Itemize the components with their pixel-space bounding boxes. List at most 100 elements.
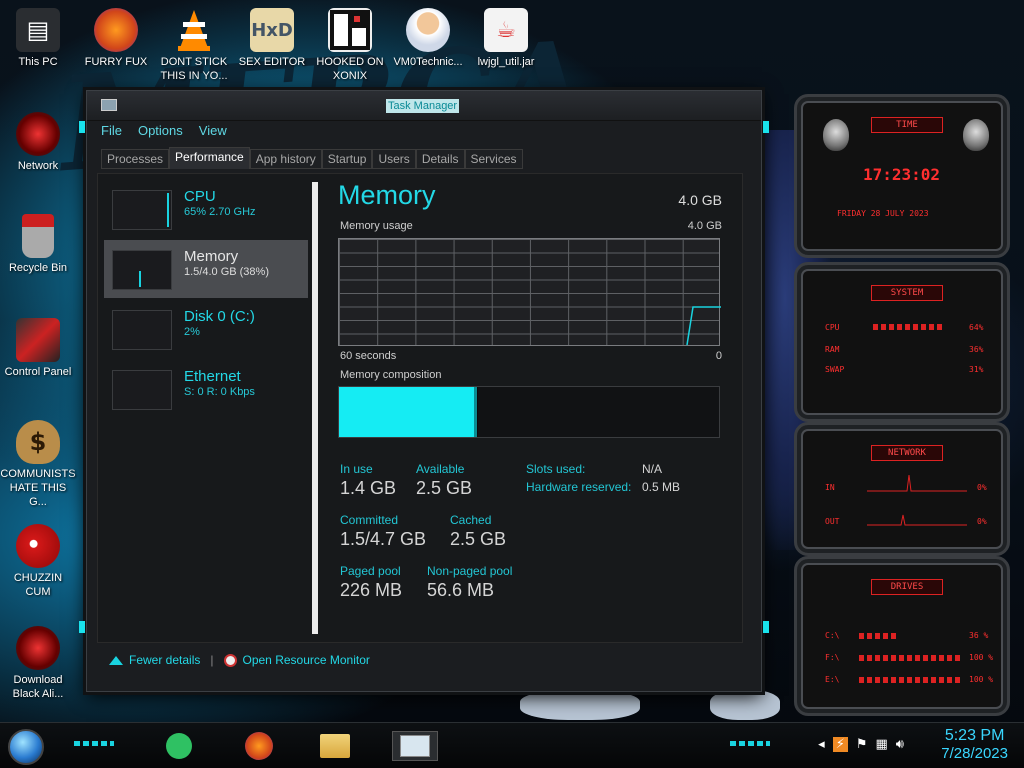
firefox-icon — [245, 732, 273, 760]
desktop-icon-vm0[interactable]: VM0Technic... — [390, 8, 466, 69]
frame-accent — [79, 121, 85, 133]
resource-list: CPU 65% 2.70 GHz Memory 1.5/4.0 GB (38%)… — [104, 180, 308, 420]
computer-icon: ▤ — [16, 8, 60, 52]
hardware-reserved-value: 0.5 MB — [642, 480, 681, 494]
chevron-icon[interactable]: ◂ — [818, 737, 825, 752]
fewer-details-link[interactable]: Fewer details — [129, 653, 200, 667]
taskbar: ◂ ⚡ ⚑ ▦ 🔊︎ 5:23 PM 7/28/2023 — [0, 722, 1024, 768]
task-manager-window[interactable]: Task Manager File Options View Processes… — [79, 90, 769, 692]
hxd-icon: HxD — [250, 8, 294, 52]
hardware-reserved-label: Hardware reserved: — [526, 480, 632, 494]
menu-file[interactable]: File — [101, 123, 122, 143]
system-gadget[interactable]: SYSTEM CPU 64% RAM 36% SWAP 31% — [794, 262, 1010, 422]
resource-item-ethernet[interactable]: Ethernet S: 0 R: 0 Kbps — [104, 360, 308, 418]
drive-row-value: 36 % — [969, 631, 989, 640]
open-resource-monitor-link[interactable]: Open Resource Monitor — [243, 653, 370, 667]
tab-performance[interactable]: Performance — [169, 147, 250, 169]
tab-details[interactable]: Details — [415, 149, 465, 169]
footer: Fewer details | Open Resource Monitor — [109, 651, 370, 669]
taskbar-clock[interactable]: 5:23 PM 7/28/2023 — [941, 727, 1008, 762]
paged-pool-value: 226 MB — [340, 580, 403, 600]
desktop-icon-communists[interactable]: $ COMMUNISTS HATE THIS G... — [0, 420, 76, 509]
desktop-icon-chuzzin[interactable]: CHUZZIN CUM — [0, 524, 76, 599]
desktop-icon-download-black-ali[interactable]: Download Black Ali... — [0, 626, 76, 701]
resource-item-disk[interactable]: Disk 0 (C:) 2% — [104, 300, 308, 358]
control-panel-icon — [16, 318, 60, 362]
tab-app-history[interactable]: App history — [249, 149, 322, 169]
system-row-value: 36% — [969, 345, 984, 354]
committed-label: Committed — [340, 513, 399, 527]
desktop-icon-xonix[interactable]: HOOKED ON XONIX — [312, 8, 388, 83]
cached-value: 2.5 GB — [450, 529, 507, 549]
disk-thumbnail-graph — [112, 310, 172, 350]
resource-item-cpu[interactable]: CPU 65% 2.70 GHz — [104, 180, 308, 238]
available-value: 2.5 GB — [416, 478, 473, 498]
cached-label: Cached — [450, 513, 492, 527]
wallpaper-shoe — [520, 690, 640, 720]
footer-separator: | — [210, 653, 214, 667]
flag-icon[interactable]: ⚑ — [856, 737, 868, 752]
graph-time-span: 60 seconds — [340, 350, 397, 362]
drive-row-label: E:\ — [825, 675, 840, 684]
gadget-date: FRIDAY 28 JULY 2023 — [837, 209, 929, 218]
desktop-icon-vlc[interactable]: DONT STICK THIS IN YO... — [156, 8, 232, 83]
resource-detail: S: 0 R: 0 Kbps — [184, 386, 255, 398]
file-explorer-icon — [320, 734, 350, 758]
taskbar-notes-button[interactable] — [156, 731, 202, 761]
resource-name: Memory — [184, 248, 239, 265]
recycle-bin-icon — [22, 214, 54, 258]
tab-bar: Processes Performance App history Startu… — [101, 147, 523, 169]
desktop-icon-network[interactable]: Network — [0, 112, 76, 173]
network-gadget[interactable]: NETWORK IN 0% OUT 0% — [794, 422, 1010, 556]
desktop-icon-lwjgl-jar[interactable]: ☕ lwjgl_util.jar — [468, 8, 544, 69]
panel-splitter[interactable] — [312, 182, 318, 634]
doctor-icon — [406, 8, 450, 52]
network-tray-icon[interactable]: ▦ — [876, 737, 888, 752]
chuzzle-icon — [16, 524, 60, 568]
drive-row-value: 100 % — [969, 675, 994, 684]
committed-value: 1.5/4.7 GB — [340, 529, 427, 549]
menu-options[interactable]: Options — [138, 123, 183, 143]
desktop-icon-this-pc[interactable]: ▤ This PC — [0, 8, 76, 69]
tab-startup[interactable]: Startup — [321, 149, 373, 169]
task-manager-icon — [400, 735, 430, 757]
notes-icon — [166, 733, 192, 759]
desktop-icon-recycle-bin[interactable]: Recycle Bin — [0, 214, 76, 275]
drive-usage-bar — [859, 633, 899, 639]
paged-pool-label: Paged pool — [340, 564, 401, 578]
volume-icon[interactable]: 🔊︎ — [896, 737, 904, 752]
taskbar-decoration — [74, 741, 114, 746]
update-icon[interactable]: ⚡ — [832, 737, 848, 752]
available-label: Available — [416, 462, 465, 476]
wallpaper-shoe — [710, 690, 780, 720]
menu-view[interactable]: View — [199, 123, 227, 143]
desktop-icon-furry-fux[interactable]: FURRY FUX — [78, 8, 154, 69]
taskbar-task-manager-button[interactable] — [392, 731, 438, 761]
cpu-thumbnail-graph — [112, 190, 172, 230]
drives-gadget[interactable]: DRIVES C:\ 36 % F:\ 100 % E:\ 100 % — [794, 556, 1010, 716]
money-bag-icon: $ — [16, 420, 60, 464]
tab-processes[interactable]: Processes — [101, 149, 170, 169]
alienware-icon — [16, 626, 60, 670]
composition-modified — [473, 387, 478, 437]
tab-services[interactable]: Services — [464, 149, 523, 169]
system-row-label: RAM — [825, 345, 840, 354]
resource-item-memory[interactable]: Memory 1.5/4.0 GB (38%) — [104, 240, 308, 298]
tab-users[interactable]: Users — [372, 149, 416, 169]
desktop-icon-hxd[interactable]: HxD SEX EDITOR — [234, 8, 310, 69]
start-button[interactable] — [8, 729, 44, 765]
taskbar-explorer-button[interactable] — [312, 731, 358, 761]
resource-detail: 65% 2.70 GHz — [184, 206, 256, 218]
memory-usage-max: 4.0 GB — [687, 220, 722, 232]
desktop-icon-control-panel[interactable]: Control Panel — [0, 318, 76, 379]
performance-panel: CPU 65% 2.70 GHz Memory 1.5/4.0 GB (38%)… — [97, 173, 743, 643]
system-row-value: 31% — [969, 365, 984, 374]
gadget-clock: 17:23:02 — [863, 165, 941, 184]
taskbar-firefox-button[interactable] — [236, 731, 282, 761]
gadget-header: SYSTEM — [871, 285, 943, 301]
resource-name: Disk 0 (C:) — [184, 308, 255, 325]
time-gadget[interactable]: TIME 17:23:02 FRIDAY 28 JULY 2023 — [794, 94, 1010, 258]
title-bar[interactable]: Task Manager — [87, 91, 761, 121]
drive-row-label: F:\ — [825, 653, 840, 662]
memory-usage-graph — [338, 238, 721, 346]
